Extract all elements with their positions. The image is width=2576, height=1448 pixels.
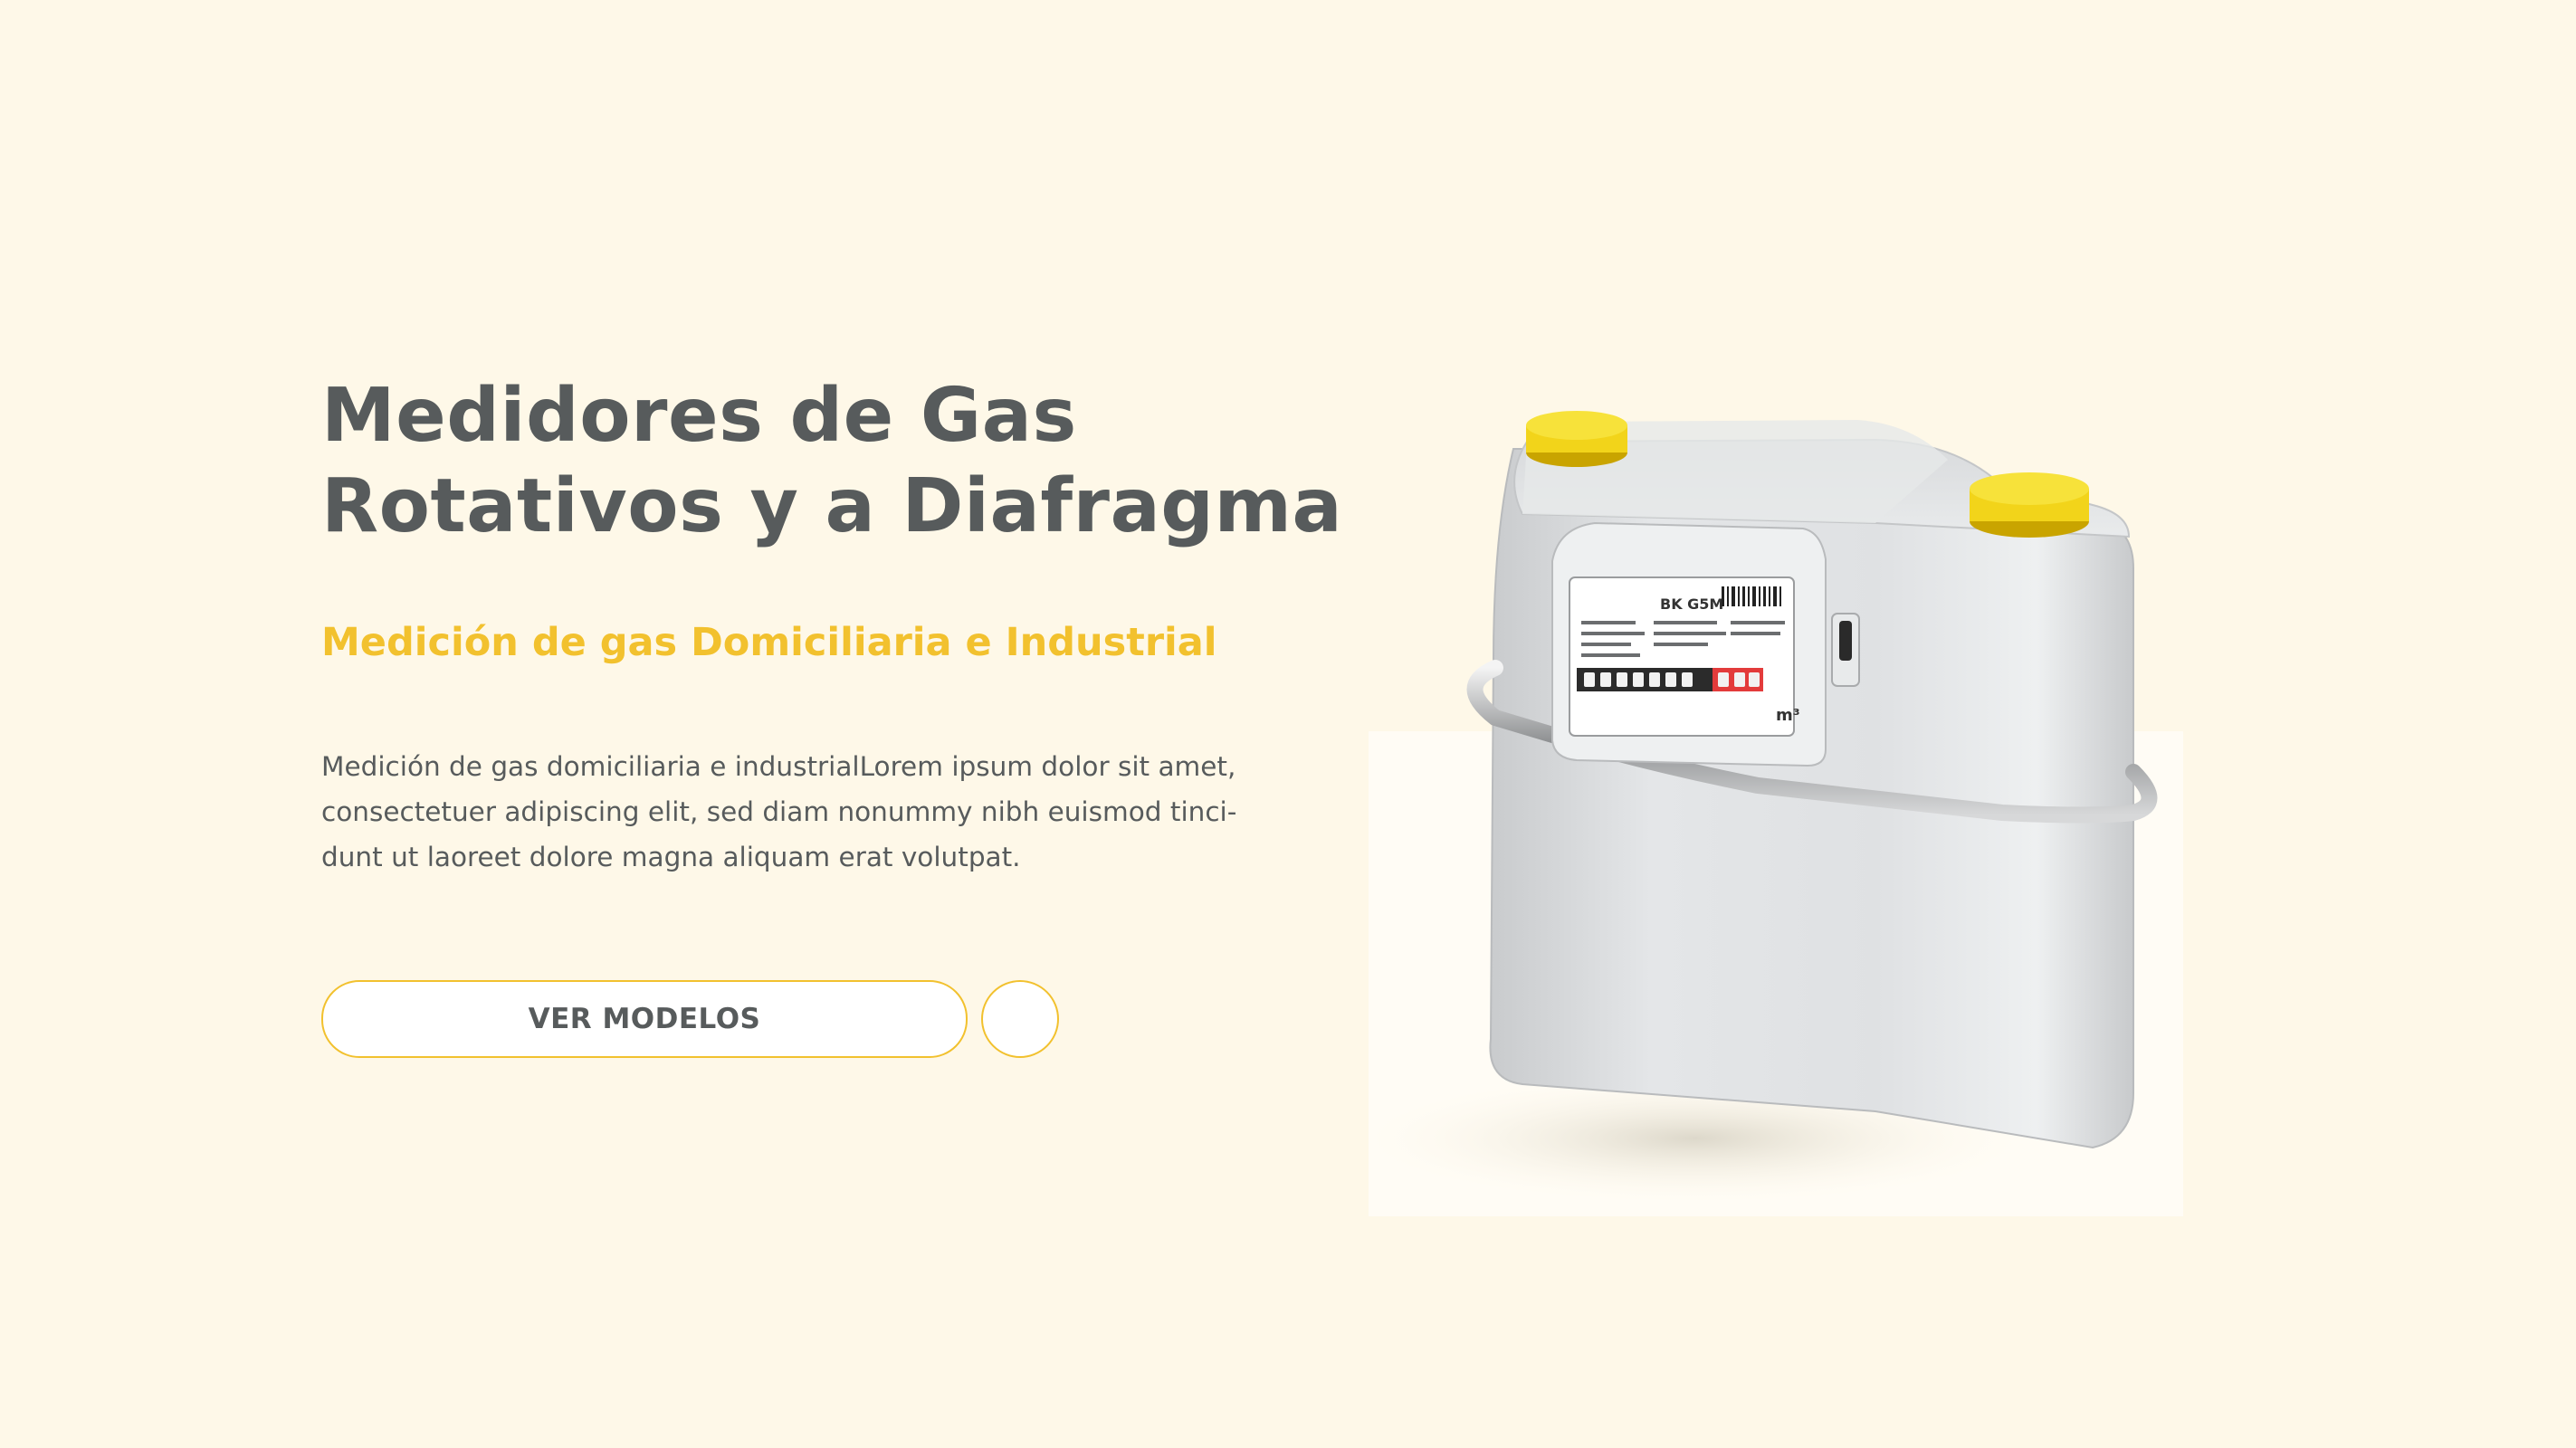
page-title: Medidores de Gas Rotativos y a Diafragma	[321, 371, 1344, 552]
hero-description: Medición de gas domiciliaria e industria…	[321, 744, 1299, 880]
product-image: BK G5M m³	[1369, 387, 2183, 1216]
counter-digits	[1577, 668, 1763, 691]
hero-description-line-1: Medición de gas domiciliaria e industria…	[321, 751, 1236, 782]
hero-description-line-3: dunt ut laoreet dolore magna aliquam era…	[321, 842, 1021, 872]
inlet-cap	[1526, 411, 1627, 467]
counter-model-text: BK G5M	[1660, 595, 1723, 613]
hero-description-line-2: consectetuer adipiscing elit, sed diam n…	[321, 796, 1237, 827]
ver-modelos-button[interactable]: VER MODELOS	[321, 980, 968, 1058]
gas-meter-illustration: BK G5M m³	[1369, 387, 2183, 1216]
hero-subtitle: Medición de gas Domiciliaria e Industria…	[321, 620, 1217, 665]
page-title-line-2: Rotativos y a Diafragma	[321, 463, 1343, 549]
counter-unit: m³	[1776, 706, 1800, 725]
hero-text-block: Medidores de Gas Rotativos y a Diafragma…	[321, 371, 1344, 880]
page-title-line-1: Medidores de Gas	[321, 373, 1077, 459]
circle-button[interactable]	[981, 980, 1059, 1058]
outlet-cap	[1970, 472, 2089, 538]
